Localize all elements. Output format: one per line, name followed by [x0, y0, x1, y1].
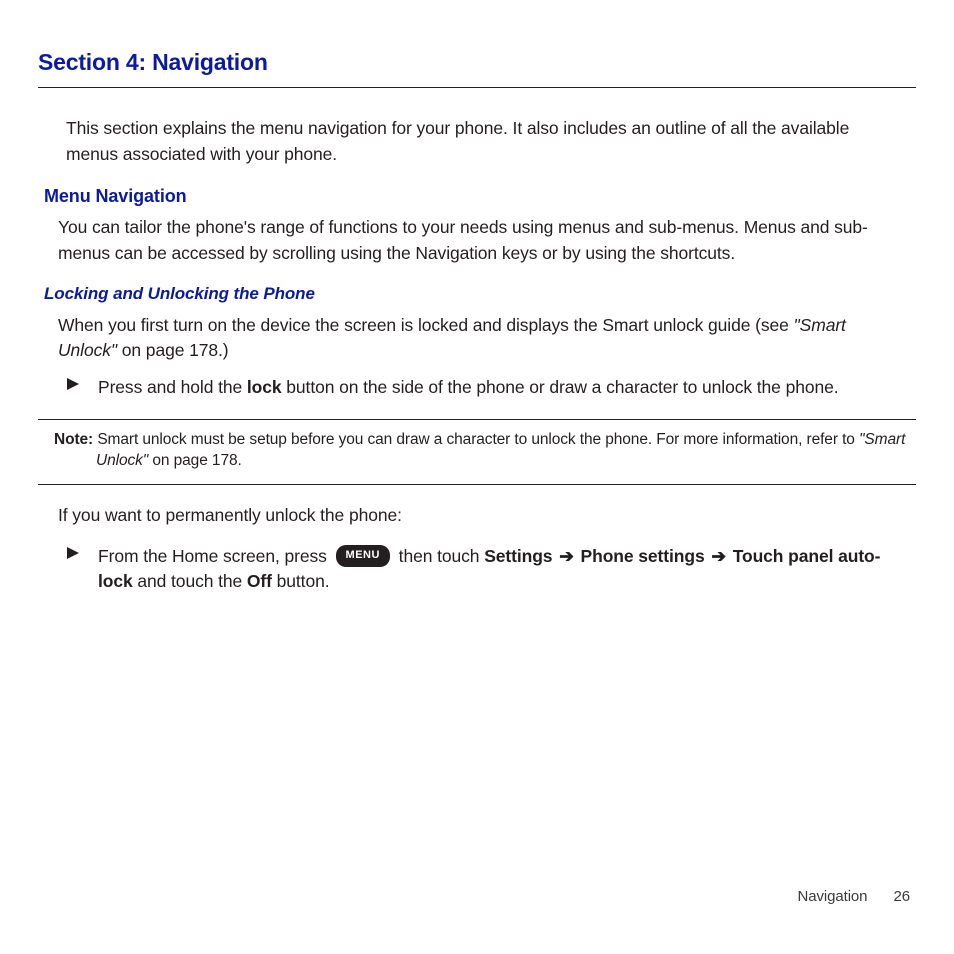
heading-menu-navigation: Menu Navigation: [44, 183, 916, 209]
bullet1-pre: Press and hold the: [98, 377, 247, 397]
note-paragraph: Note: Smart unlock must be setup before …: [54, 430, 912, 472]
bullet1-bold: lock: [247, 377, 282, 397]
bullet-row-1: Press and hold the lock button on the si…: [38, 369, 916, 400]
locking-paragraph: When you first turn on the device the sc…: [38, 313, 916, 364]
footer-page-number: 26: [894, 888, 911, 905]
bullet-row-2: From the Home screen, press MENU then to…: [38, 538, 916, 595]
note-body-post: on page 178.: [148, 452, 242, 469]
arrow-icon: ➔: [559, 546, 574, 566]
bullet-1-text: Press and hold the lock button on the si…: [98, 375, 904, 400]
bold-settings: Settings: [484, 546, 552, 566]
triangle-bullet-icon: [66, 377, 80, 400]
note-block: Note: Smart unlock must be setup before …: [38, 419, 916, 485]
bullet2-mid1: then touch: [394, 546, 484, 566]
bullet2-end: button.: [272, 571, 330, 591]
bullet1-post: button on the side of the phone or draw …: [282, 377, 839, 397]
note-body-pre: Smart unlock must be setup before you ca…: [93, 431, 859, 448]
bold-phone-settings: Phone settings: [581, 546, 705, 566]
note-label: Note:: [54, 431, 93, 448]
menu-pill-icon: MENU: [336, 545, 390, 567]
bullet-2-text: From the Home screen, press MENU then to…: [98, 544, 904, 595]
bold-off: Off: [247, 571, 272, 591]
arrow-icon: ➔: [711, 546, 726, 566]
after-note-paragraph: If you want to permanently unlock the ph…: [38, 503, 916, 528]
locking-para-post: on page 178.): [117, 340, 228, 360]
intro-paragraph: This section explains the menu navigatio…: [38, 116, 916, 167]
locking-para-pre: When you first turn on the device the sc…: [58, 315, 794, 335]
footer-label: Navigation: [798, 888, 868, 905]
section-title: Section 4: Navigation: [38, 46, 916, 88]
menu-navigation-body: You can tailor the phone's range of func…: [38, 215, 916, 266]
bullet2-pre: From the Home screen, press: [98, 546, 332, 566]
bullet2-mid2: and touch the: [133, 571, 247, 591]
heading-locking-unlocking: Locking and Unlocking the Phone: [44, 282, 916, 307]
triangle-bullet-icon: [66, 546, 80, 595]
page-footer: Navigation 26: [798, 886, 910, 908]
